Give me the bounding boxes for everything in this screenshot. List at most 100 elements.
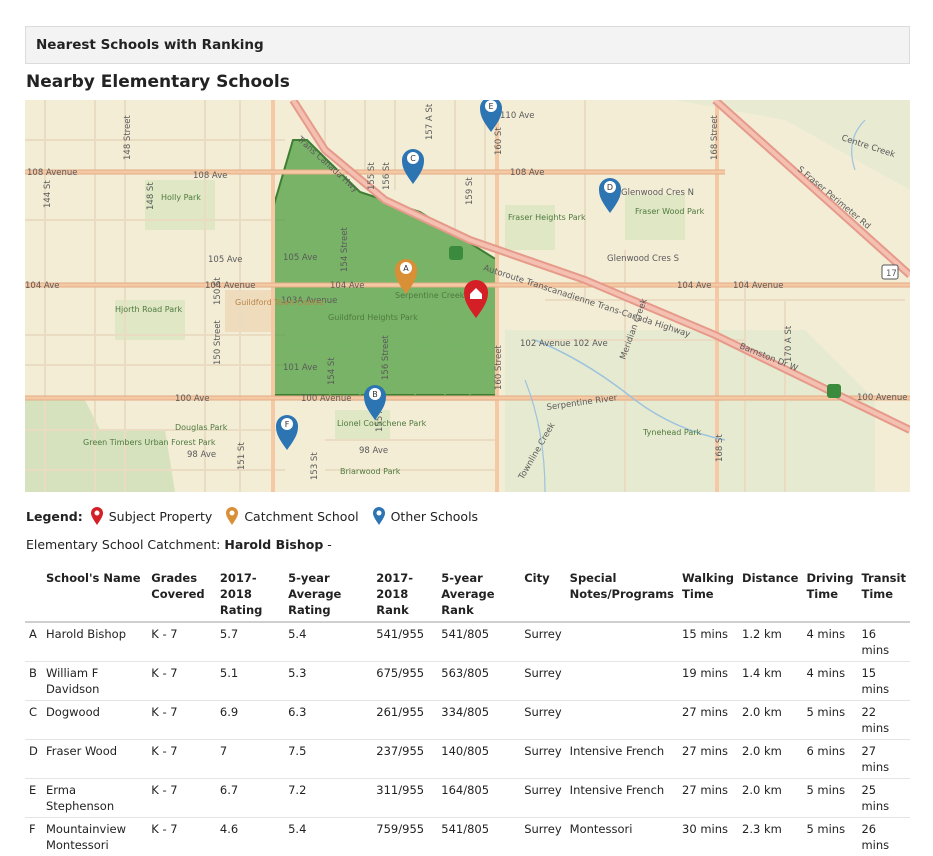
table-cell: 5 mins <box>802 701 857 740</box>
table-cell: 1.4 km <box>738 662 802 701</box>
table-cell <box>566 622 678 662</box>
svg-text:108 Avenue: 108 Avenue <box>27 168 78 178</box>
table-cell: Intensive French <box>566 740 678 779</box>
svg-text:B: B <box>372 390 378 399</box>
table-cell: 541/955 <box>372 622 437 662</box>
table-cell: D <box>25 740 42 779</box>
table-cell: 2.0 km <box>738 779 802 818</box>
catchment-suffix: - <box>327 537 332 552</box>
table-cell: K - 7 <box>147 701 216 740</box>
catchment-school-name: Harold Bishop <box>224 537 323 552</box>
table-cell: K - 7 <box>147 779 216 818</box>
svg-text:159 St: 159 St <box>465 177 475 205</box>
svg-text:Holly Park: Holly Park <box>161 193 201 202</box>
table-cell: 27 mins <box>678 779 738 818</box>
svg-text:Glenwood Cres N: Glenwood Cres N <box>621 188 694 198</box>
column-header: SpecialNotes/Programs <box>566 568 678 622</box>
table-cell: 5.4 <box>284 622 372 662</box>
red-marker-icon <box>91 507 103 525</box>
svg-text:108 Ave: 108 Ave <box>193 171 228 181</box>
legend-label-catchment: Catchment School <box>244 509 358 524</box>
table-cell: 2.3 km <box>738 818 802 856</box>
map-canvas[interactable]: 108 Avenue 108 Ave 108 Ave 105 Ave 105 A… <box>25 100 910 492</box>
table-cell: 15 mins <box>857 662 910 701</box>
svg-text:Fraser Wood Park: Fraser Wood Park <box>635 207 705 216</box>
svg-text:Glenwood Cres S: Glenwood Cres S <box>607 254 679 264</box>
table-cell: A <box>25 622 42 662</box>
table-cell <box>566 662 678 701</box>
blue-marker-icon <box>373 507 385 525</box>
table-cell: 26 mins <box>857 818 910 856</box>
svg-text:Green Timbers Urban Forest Par: Green Timbers Urban Forest Park <box>83 438 216 447</box>
table-row: EErma StephensonK - 76.77.2311/955164/80… <box>25 779 910 818</box>
table-cell: 30 mins <box>678 818 738 856</box>
table-cell: 5 mins <box>802 818 857 856</box>
svg-text:168 Street: 168 Street <box>710 115 720 160</box>
table-cell: Harold Bishop <box>42 622 147 662</box>
column-header: School's Name <box>42 568 147 622</box>
table-cell: 5.4 <box>284 818 372 856</box>
table-cell: 27 mins <box>857 740 910 779</box>
table-cell <box>566 701 678 740</box>
table-cell: 759/955 <box>372 818 437 856</box>
table-cell: Fraser Wood <box>42 740 147 779</box>
table-cell: 2.0 km <box>738 701 802 740</box>
table-cell: 563/805 <box>437 662 520 701</box>
svg-text:Fraser Heights Park: Fraser Heights Park <box>508 213 586 222</box>
svg-text:154 St: 154 St <box>327 357 337 385</box>
svg-text:Hjorth Road Park: Hjorth Road Park <box>115 305 182 314</box>
section-header: Nearest Schools with Ranking <box>25 26 910 64</box>
column-header: 5-year AverageRating <box>284 568 372 622</box>
table-cell: 5 mins <box>802 779 857 818</box>
table-cell: 311/955 <box>372 779 437 818</box>
table-cell: 5.7 <box>216 622 284 662</box>
table-cell: 237/955 <box>372 740 437 779</box>
page-title: Nearby Elementary Schools <box>26 72 290 92</box>
table-cell: Montessori <box>566 818 678 856</box>
table-cell: 6.3 <box>284 701 372 740</box>
svg-text:160 St: 160 St <box>494 127 504 155</box>
column-header: 2017-2018Rating <box>216 568 284 622</box>
svg-text:Guildford Town Centre: Guildford Town Centre <box>235 298 324 307</box>
table-cell: 16 mins <box>857 622 910 662</box>
table-cell: 4.6 <box>216 818 284 856</box>
legend-label-subject: Subject Property <box>109 509 213 524</box>
svg-text:102 Avenue 102 Ave: 102 Avenue 102 Ave <box>520 339 608 349</box>
svg-text:Guildford Heights Park: Guildford Heights Park <box>328 313 418 322</box>
table-cell: 15 mins <box>678 622 738 662</box>
svg-text:100 Avenue: 100 Avenue <box>301 394 352 404</box>
table-cell: Dogwood <box>42 701 147 740</box>
table-row: FMountainviewMontessoriK - 74.65.4759/95… <box>25 818 910 856</box>
svg-text:98 Ave: 98 Ave <box>359 446 388 456</box>
table-cell: K - 7 <box>147 818 216 856</box>
svg-text:150 Street: 150 Street <box>213 320 223 365</box>
catchment-info: Elementary School Catchment: Harold Bish… <box>26 537 332 552</box>
table-cell: Surrey <box>520 740 565 779</box>
svg-text:E: E <box>488 102 493 111</box>
table-cell: 1.2 km <box>738 622 802 662</box>
svg-text:104 Ave: 104 Ave <box>677 281 712 291</box>
svg-text:Tynehead Park: Tynehead Park <box>642 428 702 437</box>
table-cell: 164/805 <box>437 779 520 818</box>
column-header: DrivingTime <box>802 568 857 622</box>
table-cell: Surrey <box>520 818 565 856</box>
school-map[interactable]: 108 Avenue 108 Ave 108 Ave 105 Ave 105 A… <box>25 100 910 492</box>
legend-item-subject: Subject Property <box>91 507 213 525</box>
table-cell: Surrey <box>520 701 565 740</box>
svg-text:148 Street: 148 Street <box>123 115 133 160</box>
svg-text:105 Ave: 105 Ave <box>283 253 318 263</box>
svg-text:101 Ave: 101 Ave <box>283 363 318 373</box>
table-cell: 4 mins <box>802 622 857 662</box>
table-cell: 6.9 <box>216 701 284 740</box>
legend-label-other: Other Schools <box>391 509 478 524</box>
svg-text:150 St: 150 St <box>213 277 223 305</box>
table-cell: 261/955 <box>372 701 437 740</box>
legend-title: Legend: <box>26 509 83 524</box>
svg-text:104 Ave: 104 Ave <box>330 281 365 291</box>
legend-item-other: Other Schools <box>373 507 478 525</box>
catchment-label: Elementary School Catchment: <box>26 537 220 552</box>
orange-marker-icon <box>226 507 238 525</box>
svg-text:148 St: 148 St <box>146 182 156 210</box>
table-cell: 5.3 <box>284 662 372 701</box>
legend-item-catchment: Catchment School <box>226 507 358 525</box>
